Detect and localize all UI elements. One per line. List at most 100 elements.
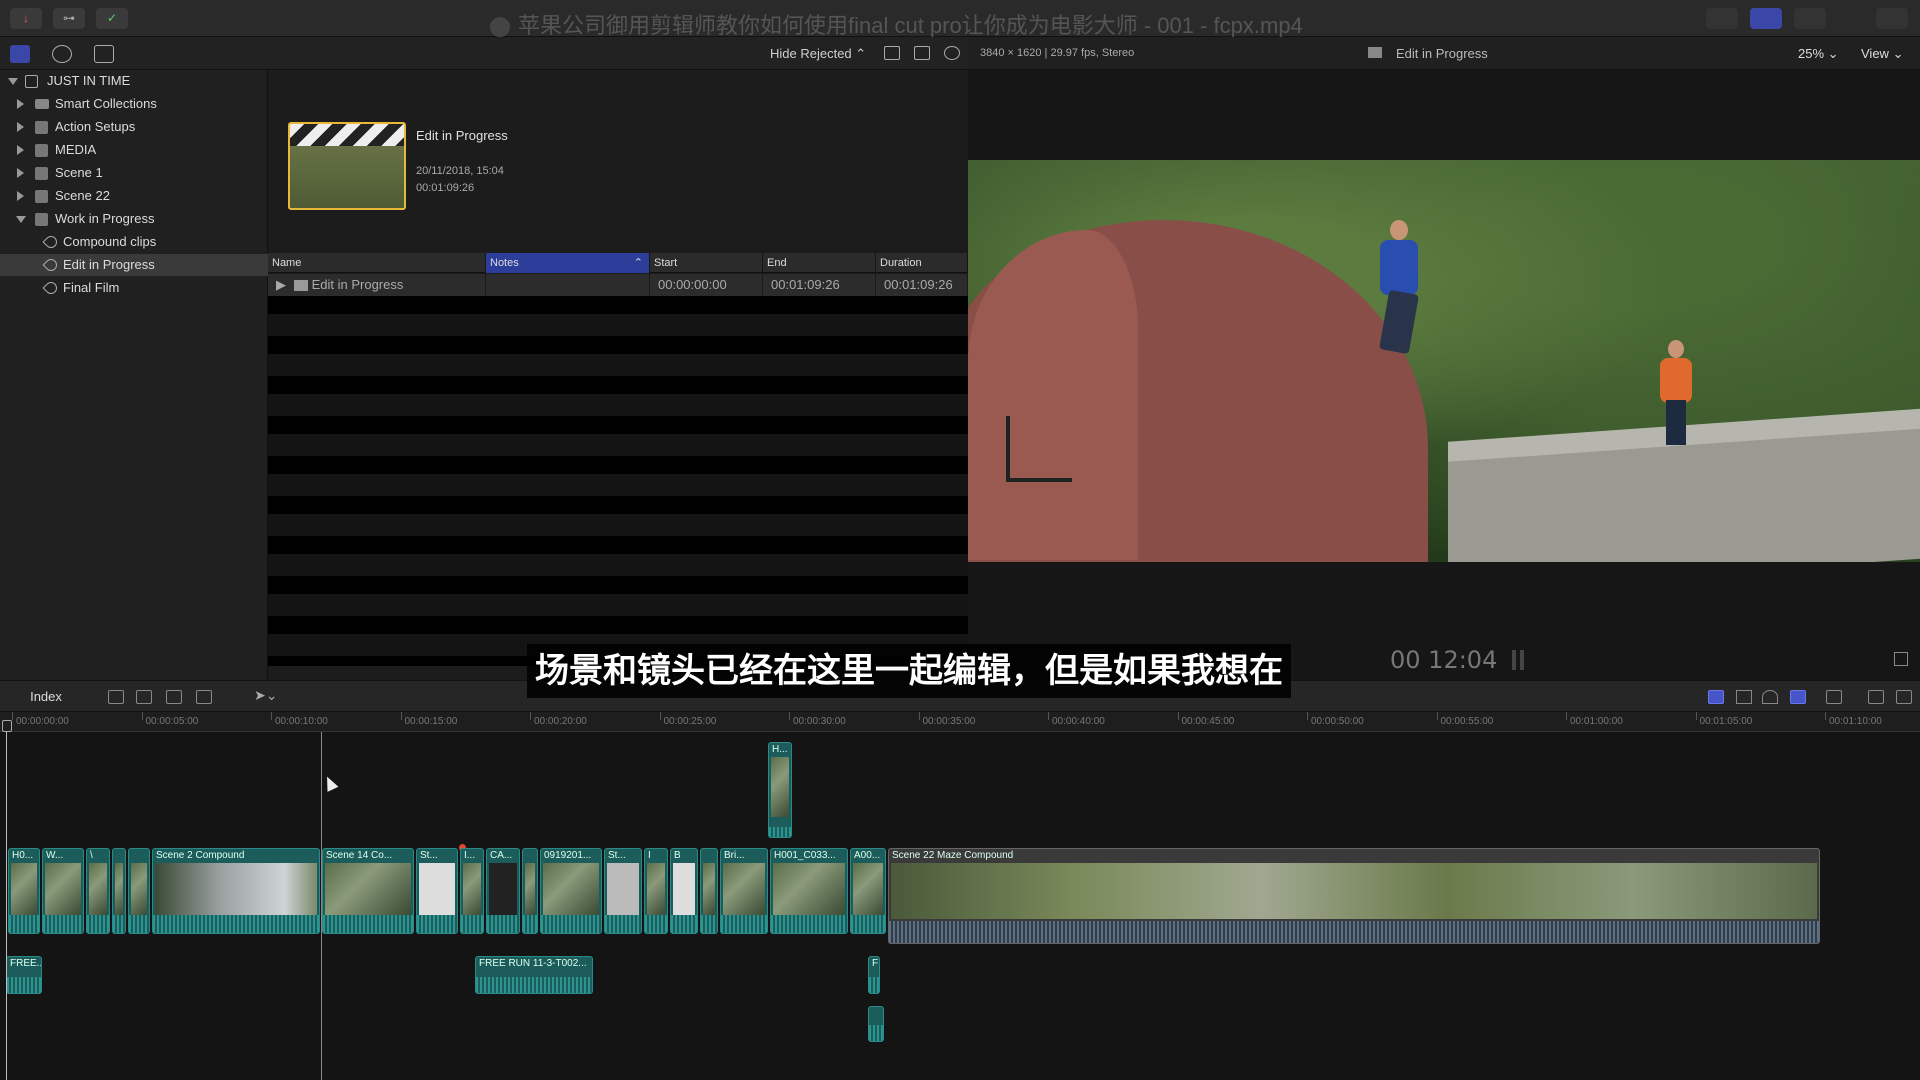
index-button[interactable]: Index — [20, 687, 72, 707]
playhead-handle[interactable] — [2, 720, 12, 732]
primary-clip[interactable]: St... — [604, 848, 642, 934]
column-header-notes[interactable]: Notes ⌃ — [486, 253, 650, 273]
project-duration: 00:01:09:26 — [416, 182, 475, 194]
primary-clip[interactable]: St... — [416, 848, 458, 934]
ruler-tick — [400, 712, 402, 720]
primary-clip[interactable]: B — [670, 848, 698, 934]
primary-clip[interactable]: W... — [42, 848, 84, 934]
disclosure-right-icon[interactable] — [17, 99, 24, 109]
ruler-tick — [271, 712, 272, 720]
connected-audio-clip[interactable] — [868, 1006, 884, 1042]
table-row[interactable]: ▶ Edit in Progress 00:00:00:00 00:01:09:… — [268, 274, 968, 296]
solo-icon[interactable] — [1762, 690, 1778, 704]
timecode-display[interactable]: 00 12:04 — [1390, 646, 1497, 674]
disclosure-right-icon[interactable] — [17, 145, 24, 155]
libraries-icon[interactable] — [10, 45, 30, 63]
timeline[interactable]: H... H0... W... \ Scene 2 Compound Scene… — [0, 732, 1920, 1080]
ruler-label: 00:01:10:00 — [1829, 716, 1882, 727]
clip-appearance-icon[interactable] — [1826, 690, 1842, 704]
compound-clip-scene-14[interactable]: Scene 14 Co... — [322, 848, 414, 934]
primary-clip[interactable] — [112, 848, 126, 934]
document-icon — [490, 17, 510, 38]
primary-clip[interactable]: I... — [460, 848, 484, 934]
disclosure-right-icon[interactable] — [17, 191, 24, 201]
titles-generators-icon[interactable] — [94, 45, 114, 63]
sidebar-item-work-in-progress[interactable]: Work in Progress — [0, 208, 268, 230]
video-frame[interactable] — [968, 160, 1920, 562]
snapping-icon[interactable] — [1790, 690, 1806, 704]
share-icon[interactable] — [1876, 8, 1908, 29]
sidebar-item-action-setups[interactable]: Action Setups — [0, 116, 268, 138]
primary-clip[interactable]: I — [644, 848, 668, 934]
layout-timeline-icon[interactable] — [1750, 8, 1782, 29]
sidebar-item-smart-collections[interactable]: Smart Collections — [0, 93, 268, 115]
skimming-icon[interactable] — [1708, 690, 1724, 704]
import-icon[interactable]: ↓ — [10, 8, 42, 29]
background-tasks-icon[interactable]: ✓ — [96, 8, 128, 29]
select-tool-icon[interactable]: ➤⌄ — [254, 687, 277, 704]
compound-clip-scene-2[interactable]: Scene 2 Compound — [152, 848, 320, 934]
folder-icon — [35, 99, 49, 109]
playhead[interactable] — [6, 732, 7, 1080]
browser-toolbar: Hide Rejected ⌃ — [0, 37, 968, 70]
layout-browser-icon[interactable] — [1706, 8, 1738, 29]
connect-icon[interactable] — [108, 690, 124, 704]
keyword-icon[interactable]: ⊶ — [53, 8, 85, 29]
keyword-edit-in-progress[interactable]: Edit in Progress — [0, 254, 268, 276]
column-header-name[interactable]: Name — [268, 253, 486, 273]
sidebar-item-media[interactable]: MEDIA — [0, 139, 268, 161]
zoom-dropdown[interactable]: 25% ⌄ — [1798, 46, 1839, 62]
ruler-tick — [12, 712, 13, 720]
append-icon[interactable] — [166, 690, 182, 704]
sidebar-item-scene-22[interactable]: Scene 22 — [0, 185, 268, 207]
project-title: Edit in Progress — [416, 128, 508, 143]
column-header-end[interactable]: End — [763, 253, 876, 273]
primary-clip[interactable]: \ — [86, 848, 110, 934]
connected-audio-clip[interactable]: F — [868, 956, 880, 994]
overwrite-icon[interactable] — [196, 690, 212, 704]
library-row[interactable]: JUST IN TIME — [0, 70, 268, 92]
primary-clip[interactable]: H001_C033... — [770, 848, 848, 934]
primary-clip[interactable] — [522, 848, 538, 934]
column-header-duration[interactable]: Duration — [876, 253, 968, 273]
sidebar-item-scene-1[interactable]: Scene 1 — [0, 162, 268, 184]
connected-audio-clip[interactable]: FREE... — [6, 956, 42, 994]
effects-browser-icon[interactable] — [1868, 690, 1884, 704]
disclosure-down-icon[interactable] — [8, 78, 18, 85]
clip-appearance-icon[interactable] — [884, 46, 900, 60]
primary-clip[interactable]: A00... — [850, 848, 886, 934]
keyword-final-film[interactable]: Final Film — [0, 277, 268, 299]
ruler-tick — [1436, 712, 1438, 720]
insert-icon[interactable] — [136, 690, 152, 704]
compound-clip-scene-22-maze[interactable]: Scene 22 Maze Compound — [888, 848, 1820, 944]
audio-skimming-icon[interactable] — [1736, 690, 1752, 704]
primary-clip[interactable]: H0... — [8, 848, 40, 934]
ruler-tick — [141, 712, 143, 720]
search-icon[interactable] — [944, 46, 960, 60]
list-view-icon[interactable] — [914, 46, 930, 60]
clip-filter-dropdown[interactable]: Hide Rejected ⌃ — [770, 46, 866, 62]
primary-clip[interactable]: 0919201... — [540, 848, 602, 934]
primary-clip[interactable] — [128, 848, 150, 934]
project-thumbnail[interactable] — [288, 122, 406, 210]
disclosure-right-icon[interactable] — [17, 168, 24, 178]
fullscreen-icon[interactable] — [1894, 652, 1908, 666]
photos-audio-icon[interactable] — [52, 45, 72, 63]
row-notes-cell[interactable] — [486, 274, 650, 296]
connected-clip[interactable]: H... — [768, 742, 792, 838]
transitions-browser-icon[interactable] — [1896, 690, 1912, 704]
connected-audio-clip[interactable]: FREE RUN 11-3-T002... — [475, 956, 593, 994]
primary-clip[interactable]: Bri... — [720, 848, 768, 934]
primary-clip[interactable]: CA... — [486, 848, 520, 934]
column-header-start[interactable]: Start — [650, 253, 763, 273]
primary-clip[interactable] — [700, 848, 718, 934]
keyword-compound-clips[interactable]: Compound clips — [0, 231, 268, 253]
view-dropdown[interactable]: View ⌄ — [1861, 46, 1903, 62]
disclosure-down-icon[interactable] — [16, 216, 26, 223]
pause-icon[interactable] — [1512, 650, 1516, 670]
inspector-toggle-icon[interactable] — [1794, 8, 1826, 29]
timeline-ruler[interactable]: 00:00:00:00 00:00:05:00 00:00:10:00 00:00:1… — [0, 712, 1920, 732]
browser-pane: Edit in Progress 20/11/2018, 15:04 00:01… — [268, 70, 968, 680]
disclosure-right-icon[interactable] — [17, 122, 24, 132]
ruler-tick — [789, 712, 790, 720]
